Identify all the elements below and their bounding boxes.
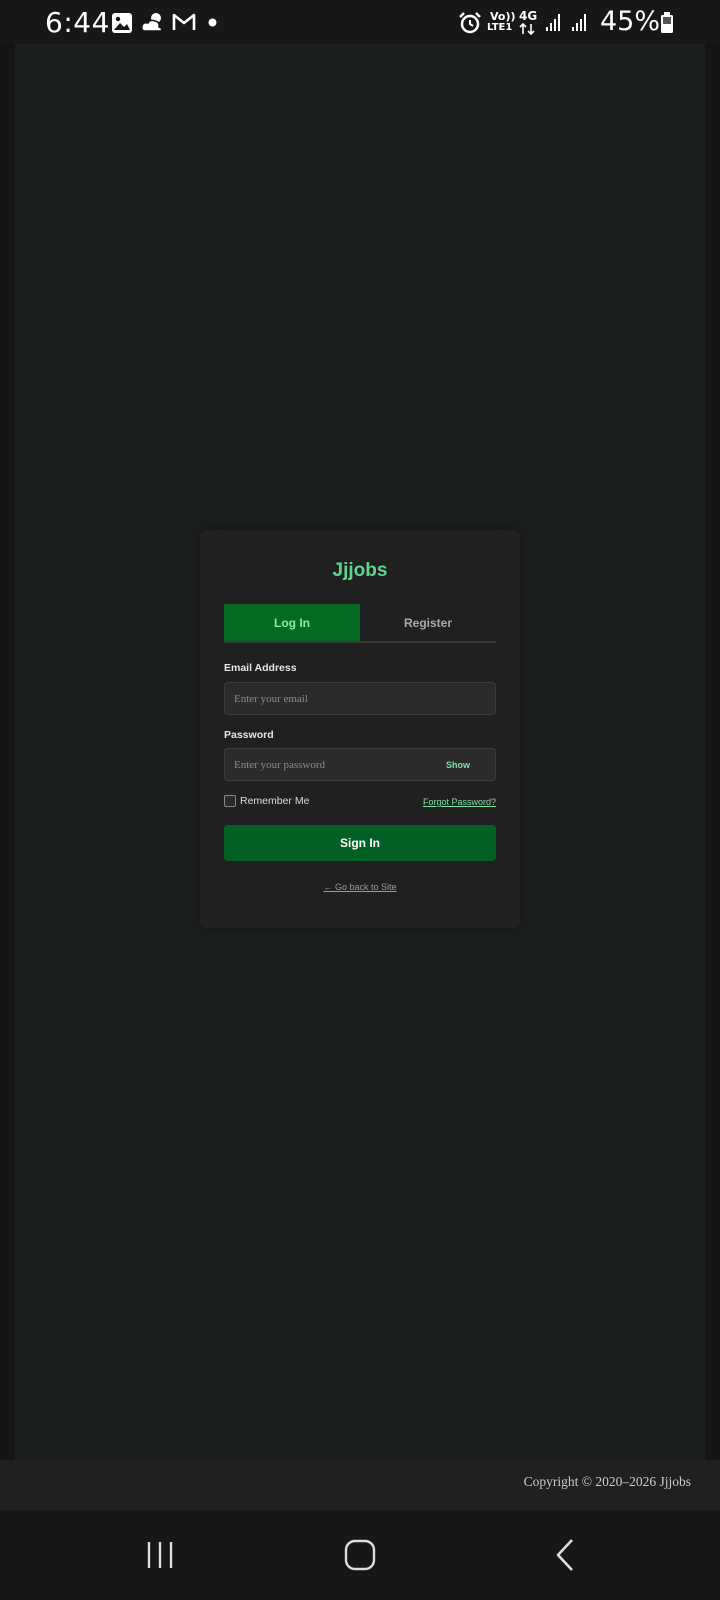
sign-in-button[interactable]: Sign In	[224, 825, 496, 861]
footer: Copyright © 2020–2026 Jjjobs	[0, 1460, 720, 1510]
remember-me: Remember Me	[224, 795, 309, 807]
home-button[interactable]	[330, 1510, 390, 1600]
auth-tabs: Log In Register	[224, 604, 496, 643]
remember-me-label: Remember Me	[240, 795, 310, 807]
back-button[interactable]	[535, 1510, 595, 1600]
battery-icon	[661, 12, 673, 33]
back-to-site-link[interactable]: ← Go back to Site	[200, 882, 520, 892]
alarm-icon	[459, 12, 481, 34]
show-password-button[interactable]: Show	[446, 749, 470, 780]
password-field-wrapper: Show	[224, 748, 496, 781]
login-card: Jjjobs Log In Register Email Address Pas…	[200, 530, 520, 928]
data-arrows-icon	[519, 23, 535, 35]
back-icon	[556, 1539, 573, 1571]
recent-apps-button[interactable]	[130, 1510, 190, 1600]
status-time: 6:44	[45, 6, 110, 39]
status-bar: 6:44 Vo)) LTE1 4G 45%	[0, 0, 720, 44]
recent-apps-icon	[147, 1542, 173, 1568]
email-label: Email Address	[224, 662, 297, 674]
gmail-icon	[172, 13, 196, 30]
copyright-text: Copyright © 2020–2026 Jjjobs	[523, 1474, 691, 1489]
forgot-password-link[interactable]: Forgot Password?	[423, 797, 496, 807]
tab-register[interactable]: Register	[360, 604, 496, 641]
home-icon	[344, 1539, 376, 1571]
signal-icon	[546, 14, 560, 31]
weather-icon	[141, 13, 163, 32]
brand-title: Jjjobs	[332, 560, 388, 581]
remember-me-checkbox[interactable]	[224, 795, 236, 807]
battery-percent: 45%	[600, 6, 661, 37]
dot-icon	[208, 18, 217, 27]
email-field-wrapper	[224, 682, 496, 715]
password-label: Password	[224, 729, 274, 741]
gallery-icon	[112, 13, 132, 33]
signal-icon	[572, 14, 586, 31]
network-type-label: 4G	[519, 9, 538, 23]
lte-label: LTE1	[487, 22, 513, 33]
tab-log-in[interactable]: Log In	[224, 604, 360, 641]
email-field[interactable]	[225, 683, 495, 714]
navigation-bar	[0, 1510, 720, 1600]
